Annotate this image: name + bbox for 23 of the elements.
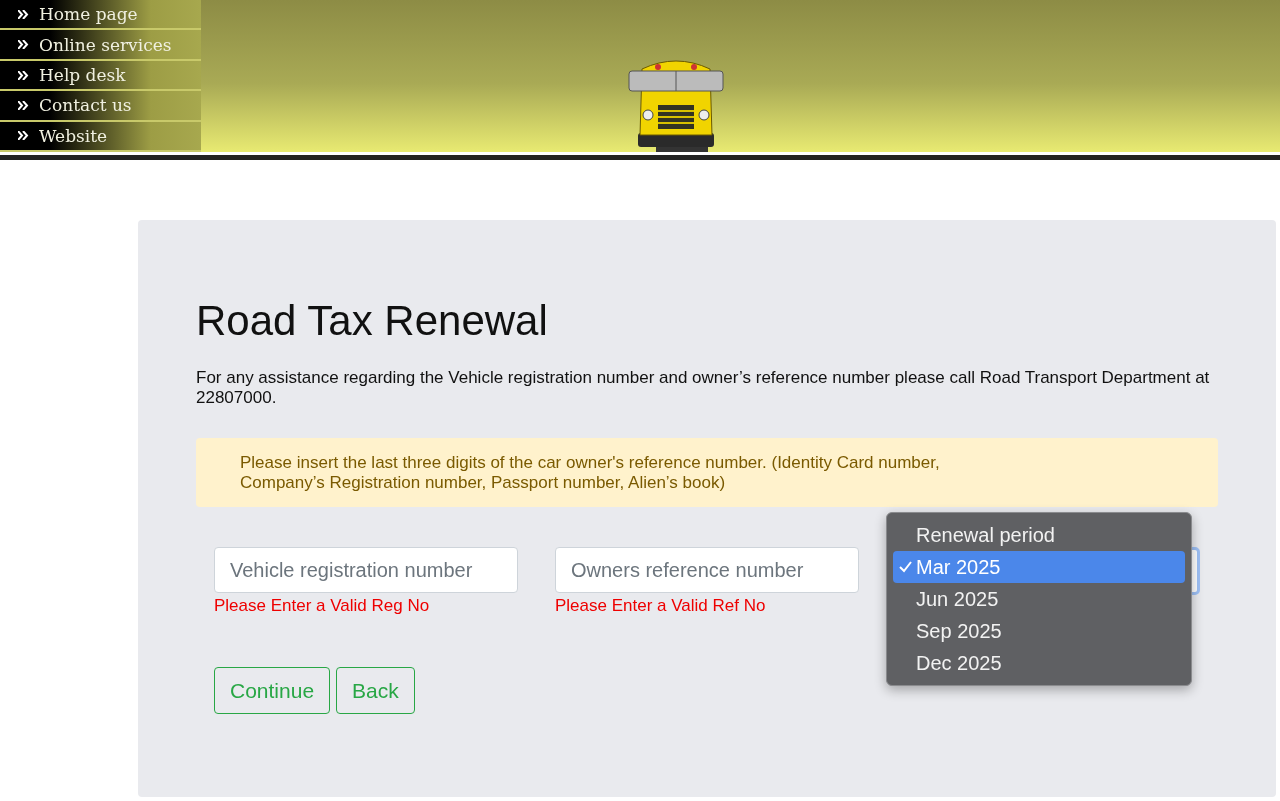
- bullet-icon: [18, 70, 29, 80]
- bullet-icon: [18, 40, 29, 50]
- nav-link[interactable]: Help desk: [0, 60, 201, 92]
- page-title: Road Tax Renewal: [196, 298, 549, 345]
- assistance-text: For any assistance regarding the Vehicle registration number and owner’s reference number please call Road Transport Department at 22807000.: [196, 368, 1211, 409]
- dropdown-option[interactable]: Mar 2025: [893, 551, 1185, 583]
- nav-link[interactable]: Home page: [0, 0, 201, 31]
- nav-link[interactable]: Online services: [0, 30, 201, 61]
- bullet-icon: [18, 9, 29, 19]
- notice-text: Please insert the last three digits of the car owner's reference number. (Identity Card number, Company’s Registration number, Passport number, Alien’s book): [240, 453, 941, 494]
- bullet-icon: [18, 100, 29, 110]
- bullet-icon: [18, 131, 29, 141]
- validation-error: Please Enter a Valid Ref No: [555, 596, 767, 617]
- text-input-field[interactable]: Owners reference number: [555, 547, 859, 594]
- nav-link[interactable]: Website: [0, 121, 201, 153]
- dropdown-option[interactable]: Jun 2025: [893, 583, 1185, 615]
- nav-link[interactable]: Contact us: [0, 91, 201, 122]
- dropdown-option[interactable]: Sep 2025: [893, 615, 1185, 647]
- text-input-field[interactable]: Vehicle registration number: [214, 547, 518, 594]
- dropdown-option[interactable]: Dec 2025: [893, 647, 1185, 679]
- checkmark-icon: [899, 561, 912, 573]
- dropdown-option[interactable]: Renewal period: [893, 519, 1185, 551]
- validation-error: Please Enter a Valid Reg No: [214, 596, 431, 617]
